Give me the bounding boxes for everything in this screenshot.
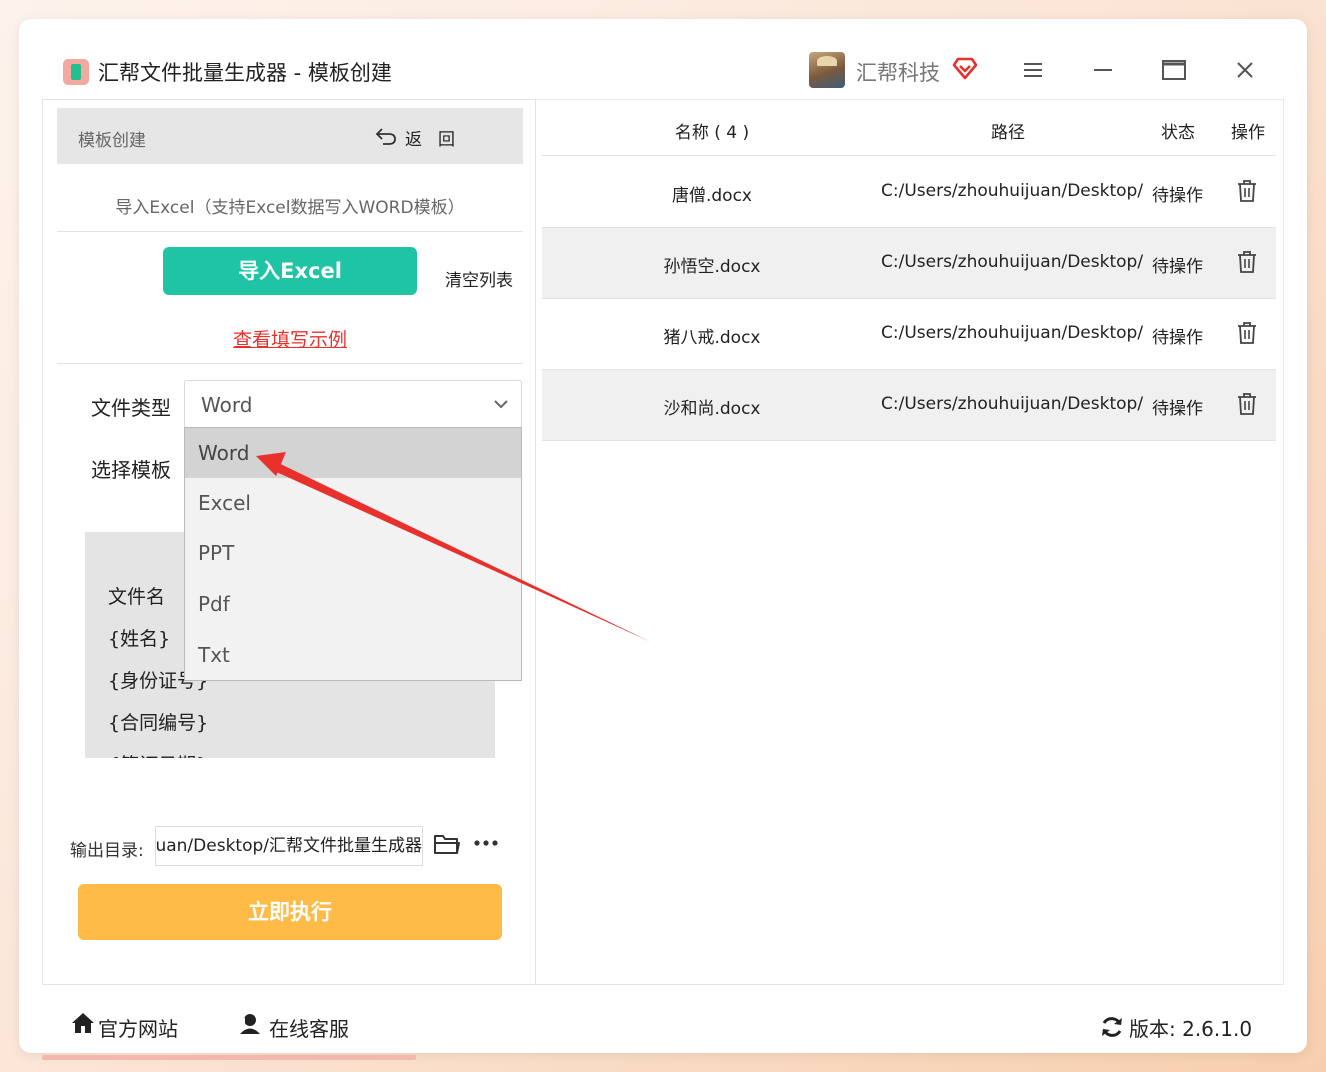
filetype-dropdown: Word Excel PPT Pdf Txt xyxy=(184,427,522,681)
divider xyxy=(57,231,523,232)
app-window: 汇帮文件批量生成器 - 模板创建 汇帮科技 模板创建 返回 导入Excel（支持… xyxy=(19,19,1307,1053)
panel-title: 模板创建 xyxy=(78,131,146,151)
title-bar: 汇帮文件批量生成器 - 模板创建 汇帮科技 xyxy=(19,19,1307,99)
file-status: 待操作 xyxy=(1152,399,1203,419)
maximize-icon[interactable] xyxy=(1159,55,1189,85)
divider xyxy=(57,363,523,364)
version-label: 版本: 2.6.1.0 xyxy=(1129,1017,1253,1041)
clear-list-button[interactable]: 清空列表 xyxy=(445,266,513,291)
avatar[interactable] xyxy=(809,52,845,88)
dropdown-option-word[interactable]: Word xyxy=(185,428,521,478)
template-field: {姓名} xyxy=(108,628,171,650)
column-header-action: 操作 xyxy=(1231,123,1265,143)
output-dir-label: 输出目录: xyxy=(70,841,144,861)
file-name: 唐僧.docx xyxy=(671,186,752,206)
column-header-path: 路径 xyxy=(991,123,1025,143)
table-row[interactable]: 沙和尚.docx C:/Users/zhouhuijuan/Desktop/ 待… xyxy=(542,370,1276,441)
folder-icon[interactable] xyxy=(433,832,461,856)
dropdown-option-excel[interactable]: Excel xyxy=(185,478,521,528)
file-status: 待操作 xyxy=(1152,186,1203,206)
chevron-down-icon xyxy=(494,400,508,409)
file-path: C:/Users/zhouhuijuan/Desktop/ xyxy=(881,394,1144,414)
back-button[interactable]: 返回 xyxy=(405,125,471,150)
template-field: {签订日期} xyxy=(108,750,208,758)
file-path: C:/Users/zhouhuijuan/Desktop/ xyxy=(881,181,1144,201)
import-hint: 导入Excel（支持Excel数据写入WORD模板） xyxy=(115,198,465,218)
menu-icon[interactable] xyxy=(1018,55,1048,85)
footer: 官方网站 在线客服 版本: 2.6.1.0 xyxy=(42,984,1284,1053)
support-icon[interactable] xyxy=(238,1011,262,1035)
dropdown-option-txt[interactable]: Txt xyxy=(185,630,521,680)
template-field: {合同编号} xyxy=(108,712,209,734)
company-name: 汇帮科技 xyxy=(856,61,940,85)
template-field: 文件名 xyxy=(108,586,166,608)
filetype-select[interactable]: Word xyxy=(184,380,522,428)
left-header: 模板创建 返回 xyxy=(57,108,523,164)
template-label: 选择模板 xyxy=(91,458,171,482)
app-logo-icon xyxy=(63,59,89,85)
file-name: 猪八戒.docx xyxy=(663,328,761,348)
table-row[interactable]: 唐僧.docx C:/Users/zhouhuijuan/Desktop/ 待操… xyxy=(542,157,1276,228)
online-support-link[interactable]: 在线客服 xyxy=(269,1013,349,1042)
file-table: 名称 ( 4 ) 路径 状态 操作 唐僧.docx C:/Users/zhouh… xyxy=(536,99,1284,984)
column-header-name: 名称 ( 4 ) xyxy=(674,123,750,143)
table-header: 名称 ( 4 ) 路径 状态 操作 xyxy=(542,100,1276,156)
refresh-icon[interactable] xyxy=(1100,1015,1124,1039)
trash-icon[interactable] xyxy=(1236,392,1258,416)
file-status: 待操作 xyxy=(1152,257,1203,277)
dropdown-option-pdf[interactable]: Pdf xyxy=(185,579,521,629)
trash-icon[interactable] xyxy=(1236,321,1258,345)
file-name: 沙和尚.docx xyxy=(663,399,761,419)
file-path: C:/Users/zhouhuijuan/Desktop/ xyxy=(881,323,1144,343)
trash-icon[interactable] xyxy=(1236,179,1258,203)
column-header-status: 状态 xyxy=(1161,123,1195,143)
minimize-icon[interactable] xyxy=(1088,55,1118,85)
table-row[interactable]: 孙悟空.docx C:/Users/zhouhuijuan/Desktop/ 待… xyxy=(542,228,1276,299)
output-dir-value: uan/Desktop/汇帮文件批量生成器 xyxy=(155,836,422,856)
output-dir-field[interactable]: uan/Desktop/汇帮文件批量生成器 xyxy=(155,826,423,866)
decorative-strip xyxy=(42,1055,416,1060)
table-row[interactable]: 猪八戒.docx C:/Users/zhouhuijuan/Desktop/ 待… xyxy=(542,299,1276,370)
trash-icon[interactable] xyxy=(1236,250,1258,274)
dropdown-option-ppt[interactable]: PPT xyxy=(185,528,521,578)
view-example-link[interactable]: 查看填写示例 xyxy=(43,325,537,352)
back-arrow-icon[interactable] xyxy=(375,126,397,146)
official-website-link[interactable]: 官方网站 xyxy=(98,1013,178,1042)
filetype-selected-value: Word xyxy=(201,393,253,417)
home-icon[interactable] xyxy=(70,1011,96,1035)
close-icon[interactable] xyxy=(1230,55,1260,85)
run-button[interactable]: 立即执行 xyxy=(78,884,502,940)
file-path: C:/Users/zhouhuijuan/Desktop/ xyxy=(881,252,1144,272)
file-status: 待操作 xyxy=(1152,328,1203,348)
filetype-label: 文件类型 xyxy=(91,396,171,420)
more-icon[interactable] xyxy=(473,833,499,853)
vip-heart-icon[interactable] xyxy=(952,55,978,81)
app-title: 汇帮文件批量生成器 - 模板创建 xyxy=(98,61,392,85)
import-excel-button[interactable]: 导入Excel xyxy=(163,247,417,295)
file-name: 孙悟空.docx xyxy=(663,257,761,277)
left-panel: 模板创建 返回 导入Excel（支持Excel数据写入WORD模板） 导入Exc… xyxy=(42,99,536,984)
